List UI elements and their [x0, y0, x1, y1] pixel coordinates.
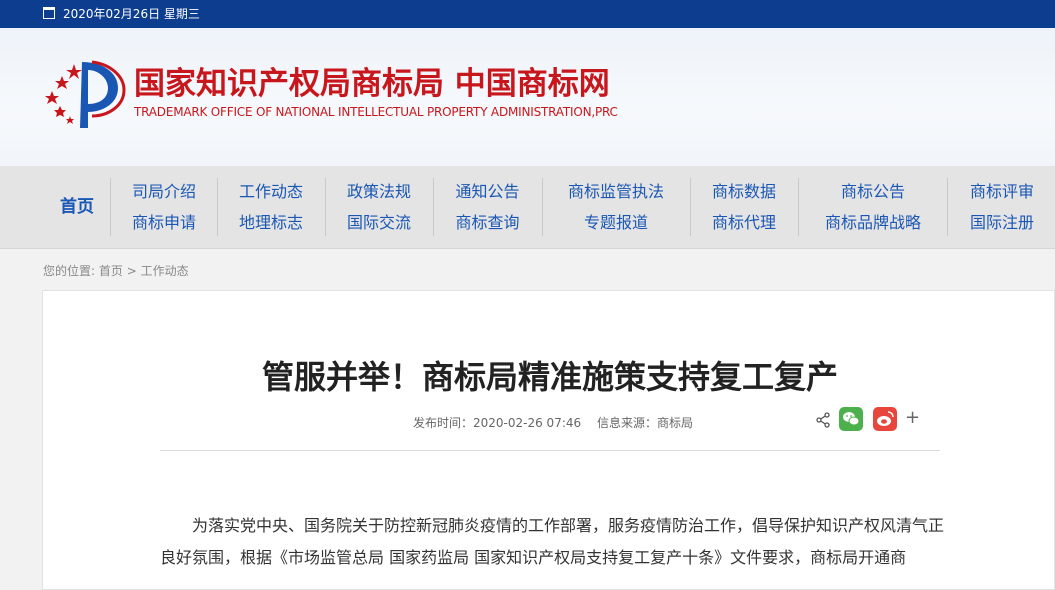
article-meta: 发布时间：2020-02-26 07:46 信息来源：商标局	[413, 414, 693, 431]
site-logo[interactable]	[40, 58, 130, 130]
plus-icon[interactable]: +	[905, 407, 920, 429]
site-title-en: TRADEMARK OFFICE OF NATIONAL INTELLECTUA…	[134, 105, 618, 119]
nav-item-brand-strategy[interactable]: 商标品牌战略	[800, 207, 946, 238]
article-body: 为落实党中央、国务院关于防控新冠肺炎疫情的工作部署，服务疫情防治工作，倡导保护知…	[160, 510, 945, 574]
nav-divider	[798, 178, 799, 236]
top-date-bar: 2020年02月26日 星期三	[0, 0, 1055, 28]
nav-column: 政策法规 国际交流	[327, 166, 431, 248]
nav-divider	[217, 178, 218, 236]
nav-item-trademark-enforcement[interactable]: 商标监管执法	[544, 176, 688, 207]
nav-column: 工作动态 地理标志	[219, 166, 323, 248]
nav-divider	[690, 178, 691, 236]
nav-divider	[542, 178, 543, 236]
nav-column: 通知公告 商标查询	[435, 166, 540, 248]
article-title: 管服并举！商标局精准施策支持复工复产	[261, 358, 838, 396]
nav-column: 商标评审 国际注册	[949, 166, 1055, 248]
breadcrumb-home-link[interactable]: 首页	[99, 264, 123, 278]
article-paragraph: 为落实党中央、国务院关于防控新冠肺炎疫情的工作部署，服务疫情防治工作，倡导保护知…	[160, 516, 945, 567]
nav-item-trademark-review[interactable]: 商标评审	[949, 176, 1055, 207]
current-date: 2020年02月26日 星期三	[63, 7, 200, 21]
article-source: 信息来源：商标局	[596, 416, 693, 430]
nav-item-trademark-agency[interactable]: 商标代理	[692, 207, 796, 238]
breadcrumb-separator: >	[126, 264, 137, 278]
logo-star	[45, 91, 59, 104]
breadcrumb: 您的位置: 首页 > 工作动态	[43, 262, 189, 279]
article-divider	[160, 450, 940, 451]
nav-column: 司局介绍 商标申请	[113, 166, 215, 248]
nav-divider	[947, 178, 948, 236]
nav-item-trademark-search[interactable]: 商标查询	[435, 207, 540, 238]
share-icon[interactable]	[815, 412, 831, 428]
breadcrumb-current[interactable]: 工作动态	[141, 264, 189, 278]
nav-home[interactable]: 首页	[48, 166, 106, 248]
nav-divider	[433, 178, 434, 236]
publish-time: 发布时间：2020-02-26 07:46	[413, 416, 582, 430]
logo-star	[55, 76, 69, 89]
nav-item-international-exchange[interactable]: 国际交流	[327, 207, 431, 238]
site-title-cn: 国家知识产权局商标局 中国商标网	[134, 66, 610, 102]
nav-column: 商标公告 商标品牌战略	[800, 166, 946, 248]
weibo-icon[interactable]	[873, 407, 897, 431]
logo-star	[66, 64, 82, 79]
logo-p-shape	[80, 62, 118, 128]
nav-column: 商标监管执法 专题报道	[544, 166, 688, 248]
calendar-icon	[43, 7, 55, 19]
nav-item-trademark-announcements[interactable]: 商标公告	[800, 176, 946, 207]
breadcrumb-prefix: 您的位置:	[43, 264, 96, 278]
nav-item-bureau-intro[interactable]: 司局介绍	[113, 176, 215, 207]
main-nav: 首页 司局介绍 商标申请 工作动态 地理标志 政策法规 国际交流 通知公告 商标…	[0, 166, 1055, 249]
nav-item-work-news[interactable]: 工作动态	[219, 176, 323, 207]
logo-star	[54, 106, 66, 117]
nav-item-special-reports[interactable]: 专题报道	[544, 207, 688, 238]
nav-item-geographical-indication[interactable]: 地理标志	[219, 207, 323, 238]
nav-item-policy-regulations[interactable]: 政策法规	[327, 176, 431, 207]
nav-divider	[325, 178, 326, 236]
nav-item-trademark-data[interactable]: 商标数据	[692, 176, 796, 207]
nav-item-trademark-application[interactable]: 商标申请	[113, 207, 215, 238]
logo-star	[66, 116, 74, 124]
nav-column: 商标数据 商标代理	[692, 166, 796, 248]
nav-item-international-registration[interactable]: 国际注册	[949, 207, 1055, 238]
nav-divider	[110, 178, 111, 236]
wechat-icon[interactable]	[839, 407, 863, 431]
nav-item-notices[interactable]: 通知公告	[435, 176, 540, 207]
site-header: 国家知识产权局商标局 中国商标网 TRADEMARK OFFICE OF NAT…	[0, 28, 1055, 166]
